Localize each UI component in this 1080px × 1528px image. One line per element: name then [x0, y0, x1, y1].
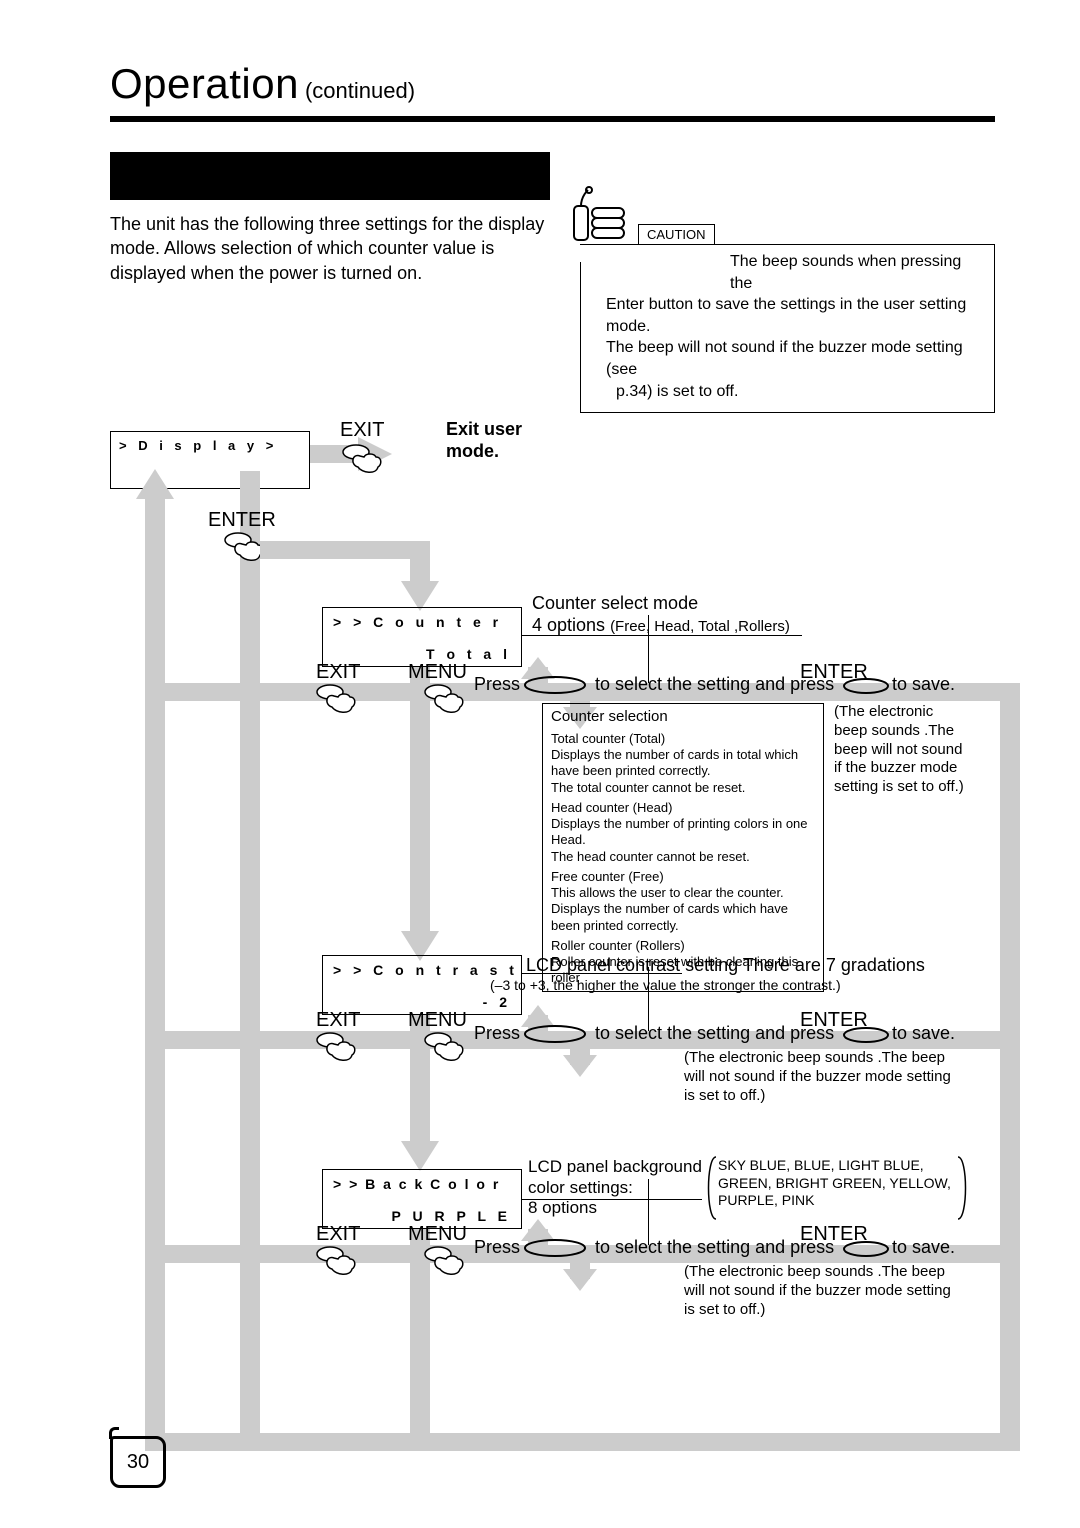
line	[522, 635, 802, 636]
exit-label-r2: EXIT	[316, 1009, 360, 1032]
caution-line-1: The beep sounds when pressing the	[730, 251, 984, 294]
oval-button-icon	[522, 1238, 588, 1258]
select-mid-1: to select the setting and press	[595, 674, 834, 695]
bc-title-3: 8 options	[528, 1198, 702, 1218]
path-bottom	[145, 1433, 430, 1451]
counter-head-1: Displays the number of printing colors i…	[551, 816, 815, 849]
bc-title-2: color settings:	[528, 1178, 702, 1198]
counter-beep-note: (The electronic beep sounds .The beep wi…	[834, 703, 964, 797]
select-save-3: to save.	[892, 1237, 955, 1258]
hand-press-icon	[316, 683, 364, 723]
path	[410, 1049, 430, 1151]
hand-press-icon	[342, 443, 390, 483]
counter-lcd-title: > > C o u n t e r	[333, 614, 502, 630]
press-text: Press	[474, 1237, 520, 1258]
contrast-lcd-title: > > C o n t r a s t	[333, 962, 518, 978]
enter-label-top: ENTER	[208, 509, 276, 532]
display-lcd-label: > D i s p l a y >	[119, 438, 277, 453]
backcolor-lcd: > > B a c k C o l o r P U R P L E	[322, 1169, 522, 1229]
hand-press-icon	[424, 1031, 472, 1071]
intro-text: The unit has the following three setting…	[110, 212, 550, 285]
backcolor-lcd-value: P U R P L E	[392, 1208, 511, 1224]
contrast-lcd-value: - 2	[483, 994, 511, 1010]
counter-mode-sub: 4 options (Free, Head, Total ,Rollers)	[532, 615, 790, 636]
exit-label-r3: EXIT	[316, 1223, 360, 1246]
select-save-1: to save.	[892, 674, 955, 695]
menu-label-r1: MENU	[408, 661, 467, 684]
counter-free-h: Free counter (Free)	[551, 869, 815, 885]
counter-head-h: Head counter (Head)	[551, 800, 815, 816]
caution-block: The beep sounds when pressing the Enter …	[580, 244, 995, 413]
backcolor-mode-title: LCD panel background color settings: 8 o…	[528, 1157, 702, 1218]
page-title-sub: (continued)	[305, 78, 415, 104]
select-save-2: to save.	[892, 1023, 955, 1044]
backcolor-beep-note: (The electronic beep sounds .The beep wi…	[684, 1263, 954, 1319]
path-bottom2	[410, 1433, 1020, 1451]
oval-button-icon	[842, 677, 890, 695]
counter-total-2: The total counter cannot be reset.	[551, 780, 815, 796]
counter-roller-h: Roller counter (Rollers)	[551, 938, 815, 954]
counter-box-heading: Counter selection	[551, 708, 815, 727]
bracket-icon-right	[956, 1155, 972, 1221]
arrow-down-small-icon	[563, 1055, 597, 1077]
contrast-mode-sub: (–3 to +3, the higher the value the stro…	[490, 977, 841, 993]
section-header-bar	[110, 152, 550, 200]
counter-lcd: > > C o u n t e r T o t a l	[322, 607, 522, 667]
path	[410, 701, 430, 941]
counter-total-1: Displays the number of cards in total wh…	[551, 747, 815, 780]
title-rule	[110, 116, 995, 122]
select-row-1: Press	[474, 674, 590, 695]
counter-mode-sub-pre: 4 options	[532, 615, 610, 635]
oval-button-icon	[522, 1024, 588, 1044]
bc-title-1: LCD panel background	[528, 1157, 702, 1177]
backcolor-lcd-title: > > B a c k C o l o r	[333, 1176, 500, 1192]
press-text: Press	[474, 1023, 520, 1044]
hand-press-icon	[316, 1245, 364, 1285]
page-title-main: Operation	[110, 60, 299, 108]
arrow-up-icon	[136, 469, 174, 499]
counter-head-2: The head counter cannot be reset.	[551, 849, 815, 865]
arrow-down-small-icon	[563, 1269, 597, 1291]
oval-button-icon	[842, 1240, 890, 1258]
arrow-down-icon	[401, 1141, 439, 1171]
select-mid-3: to select the setting and press	[595, 1237, 834, 1258]
contrast-beep-note: (The electronic beep sounds .The beep wi…	[684, 1049, 954, 1105]
oval-button-icon	[842, 1026, 890, 1044]
exit-label: EXIT	[340, 419, 384, 442]
hand-press-icon	[316, 1031, 364, 1071]
line	[522, 973, 682, 974]
counter-mode-title: Counter select mode	[532, 593, 698, 614]
counter-mode-sub-small: (Free, Head, Total ,Rollers)	[610, 618, 790, 635]
path-h1	[260, 541, 430, 559]
caution-line-4: p.34) is set to off.	[616, 381, 984, 403]
counter-total-h: Total counter (Total)	[551, 731, 815, 747]
press-text: Press	[474, 674, 520, 695]
select-row-3: Press	[474, 1237, 590, 1258]
page-number-wrap: 30	[110, 1427, 166, 1488]
caution-label: CAUTION	[638, 224, 715, 245]
hand-press-icon	[424, 683, 472, 723]
page-number: 30	[110, 1436, 166, 1488]
menu-label-r3: MENU	[408, 1223, 467, 1246]
select-mid-2: to select the setting and press	[595, 1023, 834, 1044]
caution-line-3: The beep will not sound if the buzzer mo…	[606, 337, 984, 380]
backcolor-options: SKY BLUE, BLUE, LIGHT BLUE, GREEN, BRIGH…	[718, 1157, 958, 1210]
select-row-2: Press	[474, 1023, 590, 1044]
counter-free-1: This allows the user to clear the counte…	[551, 885, 815, 934]
exit-user-text: Exit user mode.	[446, 419, 522, 462]
exit-label-r1: EXIT	[316, 661, 360, 684]
paper-roll-icon	[570, 186, 630, 242]
oval-button-icon	[522, 675, 588, 695]
counter-info-box: Counter selection Total counter (Total) …	[542, 703, 824, 992]
caution-line-2: Enter button to save the settings in the…	[606, 294, 984, 337]
hand-press-icon	[424, 1245, 472, 1285]
path-v-inner	[240, 471, 260, 1451]
counter-lcd-value: T o t a l	[426, 646, 511, 662]
menu-label-r2: MENU	[408, 1009, 467, 1032]
line	[522, 1199, 702, 1200]
bracket-icon-left	[702, 1155, 718, 1221]
path-v-right	[1000, 701, 1020, 1451]
path-v-left	[145, 489, 165, 1451]
path	[410, 1263, 430, 1433]
